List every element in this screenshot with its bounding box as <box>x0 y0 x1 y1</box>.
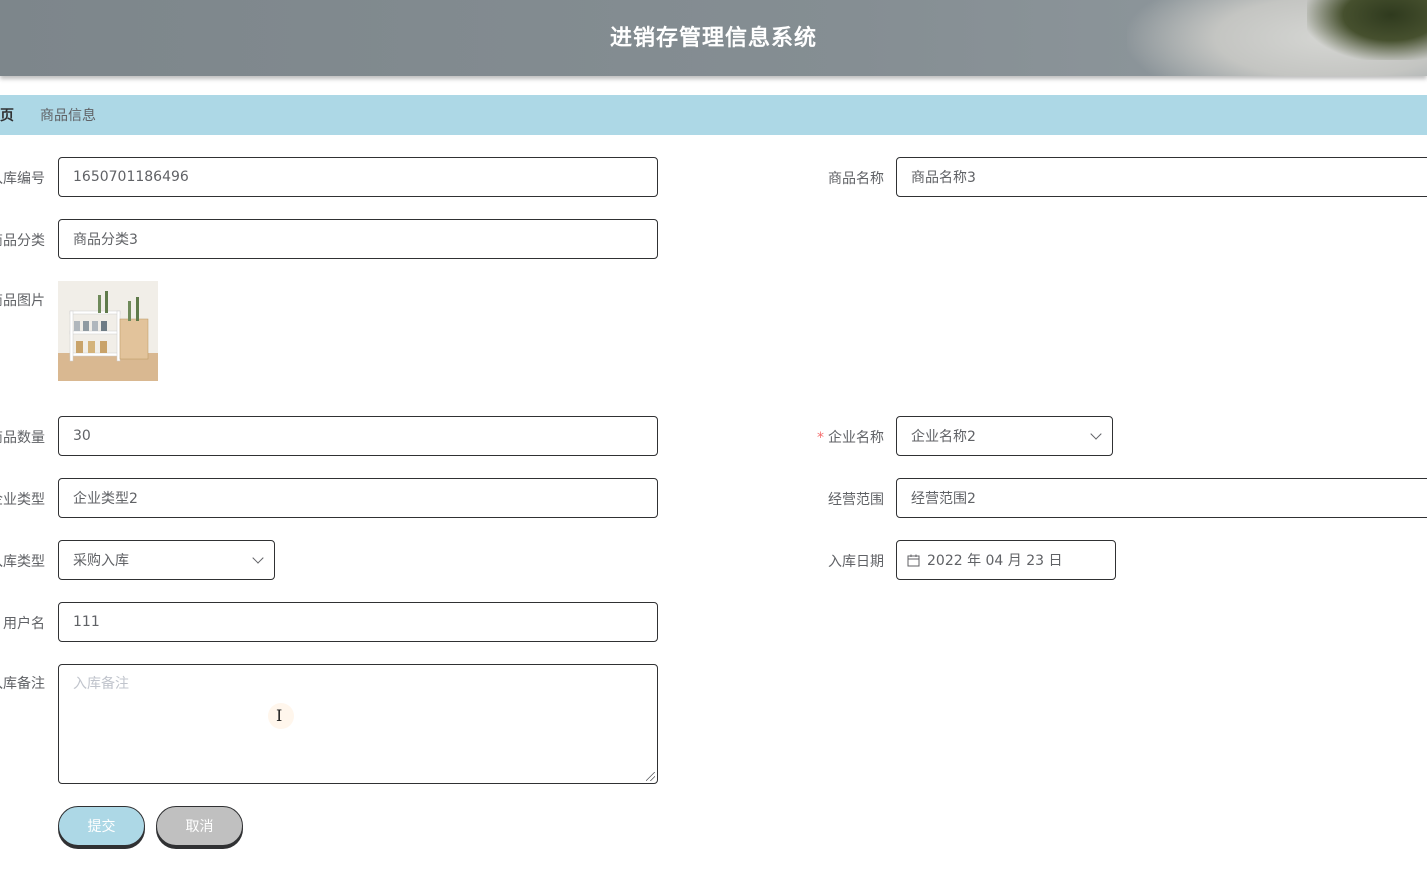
chevron-down-icon <box>1090 428 1102 440</box>
label-shangpinfenlei: 商品分类 <box>0 233 45 249</box>
label-rukuleixing: 入库类型 <box>0 554 45 570</box>
label-qiyemingcheng-text: 企业名称 <box>828 430 884 446</box>
calendar-icon <box>907 554 920 566</box>
rukubeizhu-placeholder: 入库备注 <box>73 676 129 692</box>
label-jingyingfanwei: 经营范围 <box>828 492 884 508</box>
rukuriqi-datepicker[interactable]: 2022 年 04 月 23 日 <box>896 540 1116 580</box>
rukuleixing-select[interactable]: 采购入库 <box>58 540 275 580</box>
label-shangpinshuliang: 商品数量 <box>0 430 45 446</box>
rukubianhao-input[interactable]: 1650701186496 <box>58 157 658 197</box>
label-rukubeizhu: 入库备注 <box>0 676 45 692</box>
label-rukubianhao: 入库编号 <box>0 171 45 187</box>
header-banner: 进销存管理信息系统 <box>0 0 1427 76</box>
resize-handle-icon[interactable] <box>646 772 655 781</box>
chevron-down-icon <box>252 552 264 564</box>
qiyemingcheng-value: 企业名称2 <box>911 429 976 445</box>
label-yonghuming: 用户名 <box>3 616 45 632</box>
label-shangpintupian: 商品图片 <box>0 293 45 309</box>
label-qiyeleixing: 企业类型 <box>0 492 45 508</box>
shangpinfenlei-value: 商品分类3 <box>73 232 138 248</box>
shangpinmingcheng-input[interactable]: 商品名称3 <box>896 157 1427 197</box>
yonghuming-input[interactable]: 111 <box>58 602 658 642</box>
qiyemingcheng-select[interactable]: 企业名称2 <box>896 416 1113 456</box>
jingyingfanwei-value: 经营范围2 <box>911 491 976 507</box>
cancel-button[interactable]: 取消 <box>156 806 243 846</box>
product-shelf-image <box>58 281 158 381</box>
jingyingfanwei-input[interactable]: 经营范围2 <box>896 478 1427 518</box>
label-qiyemingcheng: * 企业名称 <box>817 427 884 447</box>
breadcrumb: 页 商品信息 <box>0 95 1427 135</box>
shangpinshuliang-value: 30 <box>73 428 91 444</box>
product-image[interactable] <box>58 281 158 381</box>
rukubeizhu-textarea[interactable]: 入库备注 <box>58 664 658 784</box>
label-shangpinmingcheng: 商品名称 <box>828 171 884 187</box>
qiyeleixing-input[interactable]: 企业类型2 <box>58 478 658 518</box>
breadcrumb-home[interactable]: 页 <box>0 105 14 125</box>
yonghuming-value: 111 <box>73 614 100 630</box>
shangpinfenlei-input[interactable]: 商品分类3 <box>58 219 658 259</box>
shangpinshuliang-input[interactable]: 30 <box>58 416 658 456</box>
label-rukuriqi: 入库日期 <box>828 554 884 570</box>
rukuleixing-value: 采购入库 <box>73 553 129 569</box>
text-cursor-icon: I <box>276 706 283 725</box>
rukuriqi-value: 2022 年 04 月 23 日 <box>927 553 1063 569</box>
submit-button[interactable]: 提交 <box>58 806 145 846</box>
rukubianhao-value: 1650701186496 <box>73 169 189 185</box>
qiyeleixing-value: 企业类型2 <box>73 491 138 507</box>
breadcrumb-current: 商品信息 <box>40 108 96 124</box>
shangpinmingcheng-value: 商品名称3 <box>911 170 976 186</box>
app-title: 进销存管理信息系统 <box>609 25 817 51</box>
required-mark: * <box>817 430 824 446</box>
